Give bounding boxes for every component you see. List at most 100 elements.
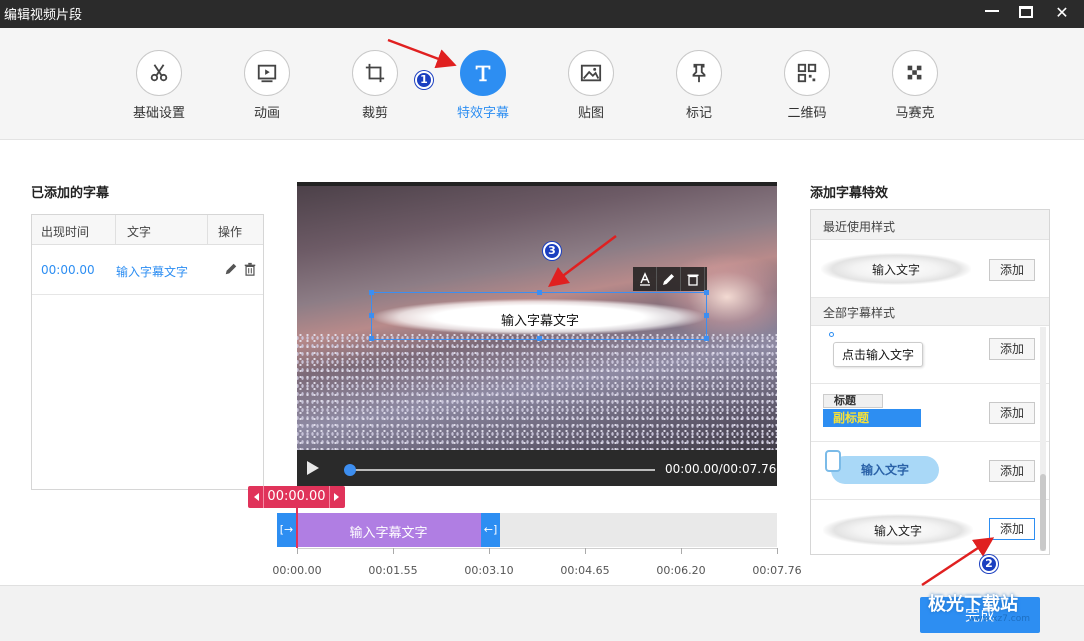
annotation-badge-2: 2 <box>980 555 998 573</box>
tool-label: 二维码 <box>787 106 827 121</box>
maximize-button[interactable] <box>1009 0 1043 28</box>
clip-end-handle[interactable]: ←] <box>481 513 500 547</box>
player-controls: 00:00.00/00:07.76 <box>297 450 777 486</box>
resize-handle[interactable] <box>537 290 542 295</box>
edit-subtitle-button[interactable] <box>657 267 681 291</box>
cloud-style-preview[interactable]: 输入文字 <box>831 456 939 484</box>
add-style-button[interactable]: 添加 <box>989 402 1035 424</box>
seek-bar[interactable] <box>349 469 655 471</box>
image-icon <box>580 64 602 82</box>
minimize-icon <box>985 10 999 12</box>
add-style-button[interactable]: 添加 <box>989 338 1035 360</box>
styles-scrollbar-thumb[interactable] <box>1040 474 1046 551</box>
tool-label: 马赛克 <box>895 106 935 121</box>
annotation-badge-1: 1 <box>415 71 433 89</box>
add-style-button[interactable]: 添加 <box>989 460 1035 482</box>
minimize-button[interactable] <box>975 0 1009 28</box>
pencil-icon[interactable] <box>224 261 238 277</box>
playhead-line[interactable] <box>296 508 298 548</box>
style-preview-text: 输入文字 <box>871 263 920 277</box>
column-header-actions: 操作 <box>218 225 243 239</box>
style-item: 输入文字 添加 <box>811 442 1049 500</box>
subtitle-overlay[interactable]: 输入字幕文字 <box>369 290 709 341</box>
style-preview-text: 输入文字 <box>860 463 909 477</box>
step-forward-icon[interactable] <box>334 493 339 501</box>
ruler-tick <box>681 548 682 554</box>
tool-label: 特效字幕 <box>456 106 509 121</box>
tool-mosaic[interactable]: 马赛克 <box>875 50 955 121</box>
video-preview[interactable]: 输入字幕文字 <box>297 182 777 450</box>
style-item: 输入文字 添加 <box>811 240 1049 298</box>
ruler-tick-label: 00:01.55 <box>368 564 418 577</box>
text-t-icon <box>475 65 491 82</box>
crop-icon <box>365 63 385 83</box>
style-preview-title: 标题 <box>834 394 856 407</box>
play-icon[interactable] <box>307 461 319 475</box>
annotation-badge-3: 3 <box>543 242 561 260</box>
effects-toolbar: 基础设置 动画 裁剪 特效字幕 贴图 标记 二维码 马赛克 <box>0 28 1084 140</box>
style-preview-text: 输入文字 <box>873 524 922 538</box>
ruler-tick-label: 00:03.10 <box>464 564 514 577</box>
resize-handle[interactable] <box>537 336 542 341</box>
tool-label: 标记 <box>685 106 712 121</box>
tool-effect-subtitle[interactable]: 特效字幕 <box>443 50 523 121</box>
style-item: 点击输入文字 添加 <box>811 326 1049 384</box>
resize-handle[interactable] <box>369 313 374 318</box>
tool-marker[interactable]: 标记 <box>659 50 739 121</box>
resize-handle[interactable] <box>704 336 709 341</box>
trash-icon[interactable] <box>243 261 257 277</box>
resize-handle[interactable] <box>704 313 709 318</box>
resize-handle[interactable] <box>369 336 374 341</box>
added-subtitles-title: 已添加的字幕 <box>31 186 110 201</box>
recent-styles-header: 最近使用样式 <box>811 210 1049 240</box>
video-sparkle-texture <box>297 332 777 450</box>
playback-timecode: 00:00.00/00:07.76 <box>665 462 777 476</box>
tool-crop[interactable]: 裁剪 <box>335 50 415 121</box>
tool-label: 动画 <box>253 106 280 121</box>
subtitle-style-preview[interactable]: 副标题 <box>823 409 921 427</box>
brush-style-preview[interactable]: 输入文字 <box>821 253 971 285</box>
table-row[interactable]: 00:00.00 输入字幕文字 <box>32 245 263 295</box>
ruler-tick-label: 00:00.00 <box>272 564 322 577</box>
subtitle-styles-panel: 最近使用样式 输入文字 添加 全部字幕样式 点击输入文字 添加 标题 副标题 添… <box>810 209 1050 555</box>
delete-subtitle-button[interactable] <box>681 267 705 291</box>
playhead-time-tag[interactable]: 00:00.00 <box>248 486 345 508</box>
window-title: 编辑视频片段 <box>4 8 83 23</box>
added-subtitles-table: 出现时间 文字 操作 00:00.00 输入字幕文字 <box>31 214 264 490</box>
playhead-time: 00:00.00 <box>267 489 326 504</box>
brush-style-preview[interactable]: 输入文字 <box>823 514 973 546</box>
tool-label: 裁剪 <box>361 106 388 121</box>
callout-style-preview[interactable]: 点击输入文字 <box>833 342 924 367</box>
ruler-tick-label: 00:07.76 <box>752 564 802 577</box>
pin-icon <box>692 63 706 83</box>
seek-knob[interactable] <box>344 464 356 476</box>
tool-animation[interactable]: 动画 <box>227 50 307 121</box>
ruler-tick <box>585 548 586 554</box>
tool-qrcode[interactable]: 二维码 <box>767 50 847 121</box>
close-button[interactable]: ✕ <box>1045 0 1079 28</box>
ruler-tick <box>777 548 778 554</box>
add-style-button[interactable]: 添加 <box>989 259 1035 281</box>
style-preview-subtitle: 副标题 <box>833 411 870 425</box>
resize-handle[interactable] <box>704 290 709 295</box>
add-style-button[interactable]: 添加 <box>989 518 1035 540</box>
table-header: 出现时间 文字 操作 <box>32 215 263 245</box>
subtitle-overlay-text: 输入字幕文字 <box>500 314 579 329</box>
style-preview-text: 点击输入文字 <box>842 348 915 362</box>
trash-icon <box>687 274 698 286</box>
all-styles-header: 全部字幕样式 <box>811 298 1049 326</box>
clip-start-handle[interactable]: [→ <box>277 513 296 547</box>
tool-sticker[interactable]: 贴图 <box>551 50 631 121</box>
ruler-tick <box>297 548 298 554</box>
row-text: 输入字幕文字 <box>116 265 189 279</box>
column-header-time: 出现时间 <box>41 225 90 239</box>
subtitle-clip[interactable]: [→ 输入字幕文字 ←] <box>277 513 500 547</box>
tool-basic-settings[interactable]: 基础设置 <box>119 50 199 121</box>
font-style-button[interactable] <box>633 267 657 291</box>
column-divider <box>115 215 116 245</box>
watermark-url: www.xz7.com <box>968 614 1030 624</box>
resize-handle[interactable] <box>369 290 374 295</box>
title-style-preview[interactable]: 标题 <box>823 394 883 408</box>
site-watermark: 极光下载站 www.xz7.com <box>928 590 1030 624</box>
tool-label: 贴图 <box>577 106 604 121</box>
